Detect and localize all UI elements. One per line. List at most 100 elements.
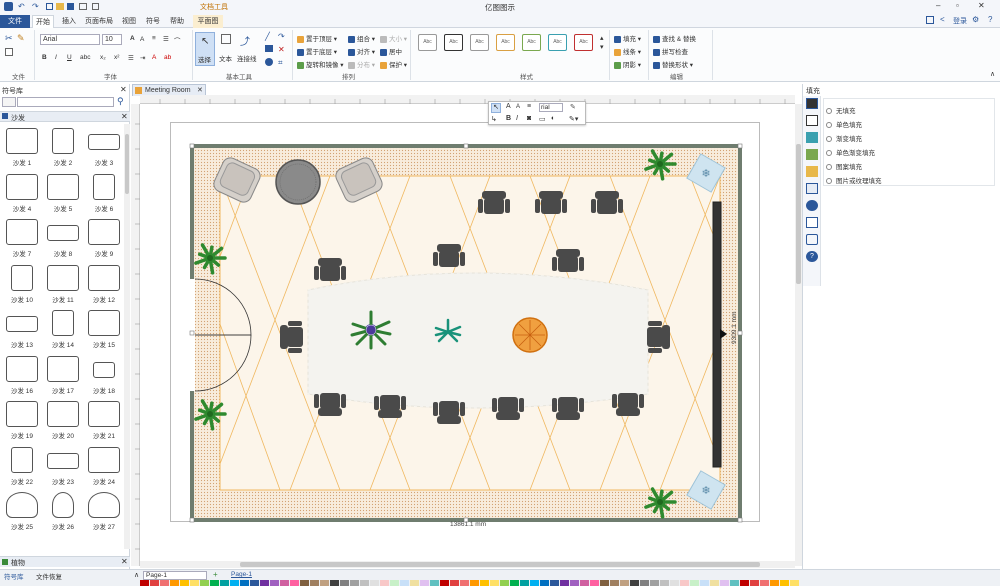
superscript-button[interactable]: x² <box>114 54 119 61</box>
login-link[interactable]: 登录 <box>953 16 967 26</box>
rotate-mirror-button[interactable]: 旋转和镜像 ▾ <box>297 59 344 69</box>
fill-tab-icon[interactable] <box>806 98 818 109</box>
strikethrough-button[interactable]: abc <box>80 54 90 61</box>
shadow-tab-icon[interactable] <box>806 132 818 143</box>
select-tool-button[interactable]: ↖ 选择 <box>195 32 215 66</box>
highlight-icon[interactable]: ab <box>164 54 171 61</box>
print-icon[interactable] <box>79 3 87 10</box>
style-preset-1[interactable]: Abc <box>418 34 437 51</box>
palette-swatch[interactable] <box>440 580 449 586</box>
palette-swatch[interactable] <box>770 580 779 586</box>
bold-button[interactable]: B <box>42 54 47 61</box>
palette-swatch[interactable] <box>450 580 459 586</box>
group-button[interactable]: 组合 ▾ <box>348 33 375 43</box>
align-icon[interactable]: ≡ <box>152 35 156 42</box>
shadow-button[interactable]: 阴影 ▾ <box>614 59 641 69</box>
text-tool-label[interactable]: 文本 <box>219 53 232 63</box>
indent-icon[interactable]: ⇥ <box>140 54 145 62</box>
library-menu-button[interactable] <box>2 97 16 107</box>
page-tab[interactable]: Page-1 <box>231 571 252 578</box>
vertical-scrollbar[interactable] <box>795 104 802 566</box>
mini-fill-icon[interactable]: ◙ <box>527 115 531 122</box>
close-plant-category-icon[interactable]: ✕ <box>121 557 128 566</box>
library-bottom-tab[interactable]: 符号库 <box>4 571 24 581</box>
open-icon[interactable] <box>56 3 64 10</box>
palette-swatch[interactable] <box>600 580 609 586</box>
symbol-item[interactable]: 沙发 7 <box>2 217 42 261</box>
replace-shape-button[interactable]: 替换形状 ▾ <box>653 59 693 69</box>
chair[interactable] <box>433 401 465 424</box>
share-icon[interactable] <box>926 16 934 24</box>
mini-font-select[interactable]: rial <box>539 103 563 112</box>
palette-swatch[interactable] <box>390 580 399 586</box>
symbol-item[interactable]: 沙发 26 <box>43 490 83 534</box>
mini-italic-button[interactable]: I <box>516 115 518 122</box>
fill-option-gradient[interactable]: 渐变填充 <box>826 133 862 143</box>
distribute-button[interactable]: 分布 ▾ <box>348 59 375 69</box>
symbol-item[interactable]: 沙发 1 <box>2 126 42 170</box>
mini-bold-button[interactable]: B <box>506 115 511 122</box>
palette-swatch[interactable] <box>360 580 369 586</box>
cross-icon[interactable]: ✕ <box>278 45 285 54</box>
category-header[interactable]: 沙发 ✕ <box>0 111 130 122</box>
symbol-item[interactable]: 沙发 19 <box>2 399 42 443</box>
line-icon[interactable]: ╱ <box>265 32 270 41</box>
italic-button[interactable]: I <box>55 54 57 61</box>
style-preset-6[interactable]: Abc <box>548 34 567 51</box>
tab-help[interactable]: 帮助 <box>167 15 187 28</box>
palette-swatch[interactable] <box>340 580 349 586</box>
palette-swatch[interactable] <box>140 580 149 586</box>
symbol-item[interactable]: 沙发 14 <box>43 308 83 352</box>
chair[interactable] <box>478 191 510 214</box>
align-button[interactable]: 对齐 ▾ <box>348 46 375 56</box>
round-table[interactable] <box>275 159 321 205</box>
palette-swatch[interactable] <box>660 580 669 586</box>
style-preset-5[interactable]: Abc <box>522 34 541 51</box>
palette-swatch[interactable] <box>240 580 249 586</box>
palette-swatch[interactable] <box>690 580 699 586</box>
mini-shadow-icon[interactable]: ◐ <box>551 115 555 122</box>
format-painter-icon[interactable]: ✎ <box>17 33 25 44</box>
style-preset-7[interactable]: Abc <box>574 34 593 51</box>
mini-shrink-font-icon[interactable]: A <box>516 104 520 110</box>
bullets-icon[interactable]: ☰ <box>128 54 134 62</box>
close-button[interactable]: ✕ <box>978 1 985 10</box>
redo-icon[interactable]: ↷ <box>32 2 39 11</box>
palette-swatch[interactable] <box>740 580 749 586</box>
palette-swatch[interactable] <box>630 580 639 586</box>
palette-swatch[interactable] <box>540 580 549 586</box>
ellipse-icon[interactable] <box>265 58 273 66</box>
palette-swatch[interactable] <box>330 580 339 586</box>
size-button[interactable]: 大小 ▾ <box>380 33 407 43</box>
plant-category-header[interactable]: 植物 ✕ <box>0 556 130 567</box>
send-back-button[interactable]: 置于底层 ▾ <box>297 46 337 56</box>
line-tab-icon[interactable] <box>806 115 818 126</box>
chair[interactable] <box>591 191 623 214</box>
chair[interactable] <box>647 321 670 353</box>
document-tab-icon[interactable] <box>806 217 818 228</box>
help-icon[interactable]: ? <box>988 15 992 24</box>
export-icon[interactable] <box>92 3 99 10</box>
symbol-item[interactable]: 沙发 12 <box>84 263 124 307</box>
palette-swatch[interactable] <box>610 580 619 586</box>
tab-home[interactable]: 开始 <box>32 15 54 28</box>
search-icon[interactable]: ⚲ <box>117 96 124 107</box>
connector-tool-label[interactable]: 连接线 <box>237 53 257 63</box>
palette-swatch[interactable] <box>190 580 199 586</box>
symbol-item[interactable]: 沙发 18 <box>84 354 124 398</box>
symbol-item[interactable]: 沙发 4 <box>2 172 42 216</box>
subscript-button[interactable]: x₂ <box>100 54 106 61</box>
panel-scrollbar[interactable] <box>124 124 130 549</box>
recovery-bottom-tab[interactable]: 文件恢复 <box>36 571 62 581</box>
find-replace-button[interactable]: 查找 & 替换 <box>653 33 696 43</box>
symbol-item[interactable]: 沙发 9 <box>84 217 124 261</box>
fill-option-picture[interactable]: 图片或纹理填充 <box>826 175 882 185</box>
symbol-item[interactable]: 沙发 5 <box>43 172 83 216</box>
font-size-select[interactable]: 10 <box>102 34 122 45</box>
new-icon[interactable] <box>46 3 53 10</box>
style-scroll-down-icon[interactable]: ▾ <box>600 43 604 51</box>
palette-swatch[interactable] <box>780 580 789 586</box>
tab-symbol[interactable]: 符号 <box>143 15 163 28</box>
symbol-item[interactable]: 沙发 22 <box>2 445 42 489</box>
shrink-font-icon[interactable]: A <box>140 36 144 43</box>
